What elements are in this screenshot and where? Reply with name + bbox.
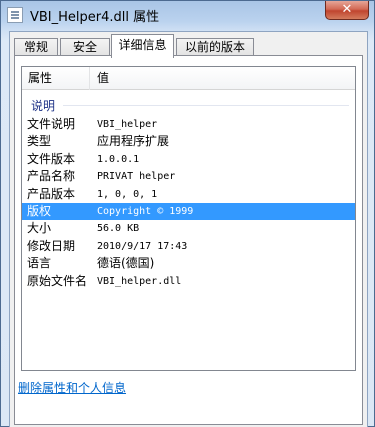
row-value: 1.0.0.1 (97, 153, 140, 165)
list-row-date-modified[interactable]: 修改日期 2010/9/17 17:43 (22, 238, 355, 255)
row-value: 2010/9/17 17:43 (97, 240, 188, 252)
row-property: 版权 (27, 203, 52, 218)
row-property: 产品版本 (27, 186, 76, 201)
row-value: VBI_helper (97, 119, 158, 130)
properties-window: VBI_Helper4.dll 属性 ✕ 常规 安全 详细信息 以前的版本 属性… (0, 0, 375, 427)
tab-details[interactable]: 详细信息 (111, 34, 174, 58)
list-row-copyright[interactable]: 版权 Copyright © 1999 (22, 202, 355, 221)
list-row-product-name[interactable]: 产品名称 PRIVAT helper (22, 168, 355, 185)
list-row-original-filename[interactable]: 原始文件名 VBI_helper.dll (22, 273, 355, 290)
row-property: 大小 (27, 221, 52, 236)
row-property: 文件版本 (27, 151, 76, 166)
row-value: Copyright © 1999 (97, 205, 194, 217)
list-row-file-description[interactable]: 文件说明 VBI_helper (22, 116, 355, 133)
group-divider (63, 105, 349, 106)
property-rows: 文件说明 VBI_helper 类型 应用程序扩展 文件版本 1.0.0.1 产… (22, 116, 355, 290)
row-value: 德语(德国) (97, 256, 155, 271)
list-row-language[interactable]: 语言 德语(德国) (22, 255, 355, 272)
row-value: 56.0 KB (97, 223, 140, 235)
dialog-body: 常规 安全 详细信息 以前的版本 属性 值 说明 文件说明 VBI_helper (9, 31, 368, 427)
window-title: VBI_Helper4.dll 属性 (30, 10, 160, 25)
row-property: 修改日期 (27, 238, 76, 253)
group-header-description: 说明 (29, 96, 351, 114)
tab-strip: 常规 安全 详细信息 以前的版本 (14, 34, 359, 58)
list-row-product-version[interactable]: 产品版本 1, 0, 0, 1 (22, 186, 355, 203)
details-tab-page: 属性 值 说明 文件说明 VBI_helper 类型 应用程序扩展 文件版本 1… (14, 55, 363, 425)
row-property: 语言 (27, 256, 52, 271)
list-header: 属性 值 (22, 67, 355, 90)
row-property: 产品名称 (27, 169, 76, 184)
row-property: 类型 (27, 134, 52, 149)
column-header-property[interactable]: 属性 (22, 67, 90, 90)
row-value: PRIVAT helper (97, 171, 176, 183)
list-row-size[interactable]: 大小 56.0 KB (22, 220, 355, 237)
row-property: 原始文件名 (27, 273, 88, 288)
file-icon (7, 7, 23, 23)
row-property: 文件说明 (27, 117, 76, 131)
title-bar[interactable]: VBI_Helper4.dll 属性 ✕ (1, 1, 375, 29)
row-value: 1, 0, 0, 1 (97, 188, 158, 200)
row-value: VBI_helper.dll (97, 275, 182, 287)
column-header-value[interactable]: 值 (90, 67, 355, 90)
group-label: 说明 (31, 99, 56, 113)
list-row-file-version[interactable]: 文件版本 1.0.0.1 (22, 151, 355, 168)
close-button[interactable]: ✕ (325, 1, 369, 20)
list-row-type[interactable]: 类型 应用程序扩展 (22, 133, 355, 150)
row-value: 应用程序扩展 (97, 134, 170, 149)
remove-properties-link[interactable]: 删除属性和个人信息 (18, 379, 126, 396)
details-list[interactable]: 属性 值 说明 文件说明 VBI_helper 类型 应用程序扩展 文件版本 1… (21, 66, 356, 371)
